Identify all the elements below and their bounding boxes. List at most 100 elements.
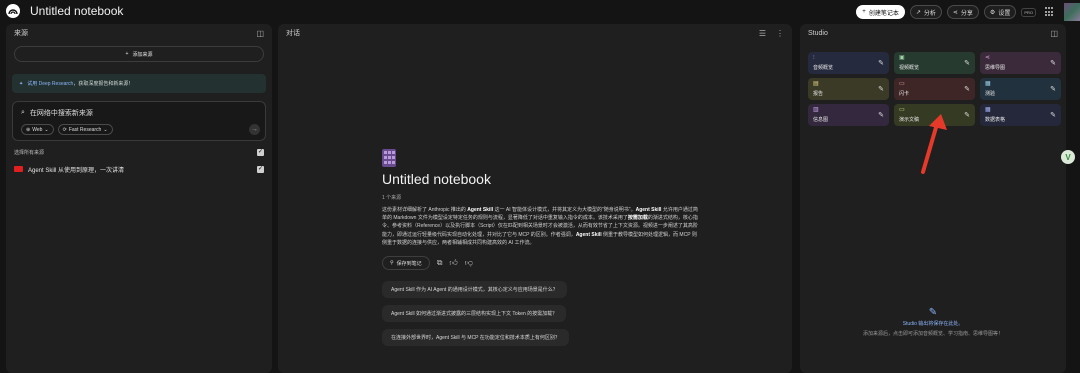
collapse-panel-icon[interactable]: ◫ [256,29,264,38]
sources-title: 来源 [14,30,28,37]
source-checkbox[interactable]: ✓ [257,165,264,173]
notebook-summary: 这份素材详细解析了 Anthropic 推出的 Agent Skill 这一 A… [382,207,698,246]
research-chip-label: Fast Research [68,126,102,133]
web-search-box: ⌕ 在网络中搜索新来源 ⊕ Web ⌄ ⟳ Fast Research ⌄ → [12,101,266,141]
collapse-panel-icon[interactable]: ◫ [1050,29,1058,38]
flashcards-icon: ▭ [899,81,905,87]
studio-tile[interactable]: ▭ 闪卡 ✎ [894,78,975,100]
save-note-label: 保存到笔记 [396,260,422,267]
web-chip-label: Web [32,126,43,133]
studio-tile-label: 音频概览 [813,65,834,71]
apps-grid-icon[interactable] [1045,7,1055,17]
notebook-emoji-icon [382,149,396,167]
create-notebook-label: 创建笔记本 [868,10,899,17]
globe-icon: ⊕ [26,126,31,133]
edit-icon[interactable]: ✎ [964,85,970,93]
search-icon: ⌕ [21,109,25,116]
edit-icon[interactable]: ✎ [964,111,970,119]
pin-icon: ⚲ [390,260,394,267]
chat-panel: 对话 ☰ ⋮ Untitled notebook 1 个来源 这份素材详细解析了… [278,24,792,373]
share-label: 分享 [960,10,973,17]
deep-research-promo[interactable]: ✦ 试用 Deep Research，获取深度报告和新来源！ [12,74,266,93]
table-icon: ▦ [985,107,991,113]
edit-icon[interactable]: ✎ [1050,111,1056,119]
chevron-down-icon: ⌄ [103,126,108,133]
research-icon: ⟳ [62,126,67,133]
pro-badge: PRO [1021,7,1036,17]
studio-tile[interactable]: ▣ 视频概览 ✎ [894,52,975,74]
plus-icon: + [125,51,129,57]
studio-tile[interactable]: ▥ 信息图 ✎ [808,104,889,126]
select-all-label: 选择所有来源 [14,149,45,156]
settings-button[interactable]: ⚙ 设置 [983,5,1017,19]
gear-icon: ⚙ [989,9,996,16]
red-arrow-annotation-icon [921,114,947,174]
promo-text: ，获取深度报告和新来源！ [73,81,134,87]
edit-icon[interactable]: ✎ [1050,59,1056,67]
studio-tile-label: 视频概览 [899,65,920,71]
plus-icon: + [862,9,866,15]
extension-badge-icon[interactable]: V [1061,150,1075,164]
empty-description: 添加来源后，点击即可添加音频概览、学习指南、思维导图等！ [862,331,1003,337]
tune-icon[interactable]: ☰ [759,29,766,38]
waveform-icon: ⫶ [813,55,815,61]
edit-icon[interactable]: ✎ [878,59,884,67]
more-vert-icon[interactable]: ⋮ [776,29,784,38]
edit-icon[interactable]: ✎ [1050,85,1056,93]
source-label: Agent Skill 从使用到原理，一次讲清 [28,167,125,174]
add-source-label: 添加来源 [132,51,153,58]
notebook-heading: Untitled notebook [382,171,491,187]
save-to-note-button[interactable]: ⚲ 保存到笔记 [382,256,430,271]
web-source-chip[interactable]: ⊕ Web ⌄ [21,124,54,135]
list-item[interactable]: Agent Skill 从使用到原理，一次讲清 ✓ [14,164,264,174]
studio-empty-state: ✎ Studio 输出将保存在此处。 添加来源后，点击即可添加音频概览、学习指南… [800,307,1066,337]
empty-title: Studio 输出将保存在此处。 [902,321,964,327]
infographic-icon: ▥ [813,107,819,113]
studio-tile-label: 报告 [813,91,824,97]
studio-tile-label: 数据表格 [985,117,1006,123]
mindmap-icon: ⋖ [985,55,991,61]
research-mode-chip[interactable]: ⟳ Fast Research ⌄ [57,124,113,135]
studio-title: Studio [808,29,828,37]
edit-icon[interactable]: ✎ [878,111,884,119]
studio-tile[interactable]: ▦ 测验 ✎ [980,78,1061,100]
studio-tile-label: 测验 [985,91,996,97]
suggested-question[interactable]: Agent Skill 如何通过渐进式披露的三层结构实现上下文 Token 的按… [382,305,567,323]
thumbs-down-icon[interactable]: 👎︎ [465,258,473,268]
studio-tile[interactable]: ▦ 数据表格 ✎ [980,104,1061,126]
studio-tile[interactable]: ▤ 报告 ✎ [808,78,889,100]
submit-search-button[interactable]: → [249,124,260,135]
settings-label: 设置 [998,10,1011,17]
suggested-question[interactable]: 在连接外部世界时，Agent Skill 与 MCP 在功能定位和技术本质上有何… [382,329,569,347]
source-count: 1 个来源 [382,195,402,201]
create-notebook-button[interactable]: + 创建笔记本 [856,5,905,19]
search-input[interactable]: 在网络中搜索新来源 [30,108,93,118]
avatar[interactable] [1064,3,1080,21]
add-source-button[interactable]: + 添加来源 [14,46,264,62]
thumbs-up-icon[interactable]: 👍︎ [449,258,457,268]
analytics-button[interactable]: ↗ 分析 [909,5,942,19]
select-all-row[interactable]: 选择所有来源 ✓ [14,147,264,157]
quiz-icon: ▦ [985,81,991,87]
sparkle-icon: ✦ [19,80,24,87]
sources-panel: 来源 ◫ + 添加来源 ✦ 试用 Deep Research，获取深度报告和新来… [6,24,272,373]
magic-wand-icon: ✎ [928,307,938,318]
edit-icon[interactable]: ✎ [878,85,884,93]
top-bar: Untitled notebook + 创建笔记本 ↗ 分析 ⋖ 分享 ⚙ 设置… [0,0,1080,22]
suggested-question[interactable]: Agent Skill 作为 AI Agent 的通用设计模式，其核心定义与应用… [382,281,567,299]
select-all-checkbox[interactable]: ✓ [257,148,264,156]
share-button[interactable]: ⋖ 分享 [946,5,979,19]
studio-tile-label: 闪卡 [899,91,910,97]
studio-tile[interactable]: ⫶ 音频概览 ✎ [808,52,889,74]
deep-research-link[interactable]: 试用 Deep Research [27,81,73,87]
analytics-label: 分析 [923,10,936,17]
studio-panel: Studio ◫ ⫶ 音频概览 ✎ ▣ 视频概览 ✎ ⋖ 思维导图 ✎ ▤ 报告 ✎ ▭ 闪卡 ✎ ▦ 测验 ✎ ▥… [800,24,1066,373]
video-icon: ▣ [899,55,905,61]
notebooklm-logo-icon[interactable] [6,4,20,18]
studio-tile[interactable]: ⋖ 思维导图 ✎ [980,52,1061,74]
edit-icon[interactable]: ✎ [964,59,970,67]
youtube-icon [14,166,23,172]
chat-title: 对话 [286,30,300,37]
notebook-title[interactable]: Untitled notebook [30,4,123,18]
copy-icon[interactable]: ⧉ [437,258,443,268]
